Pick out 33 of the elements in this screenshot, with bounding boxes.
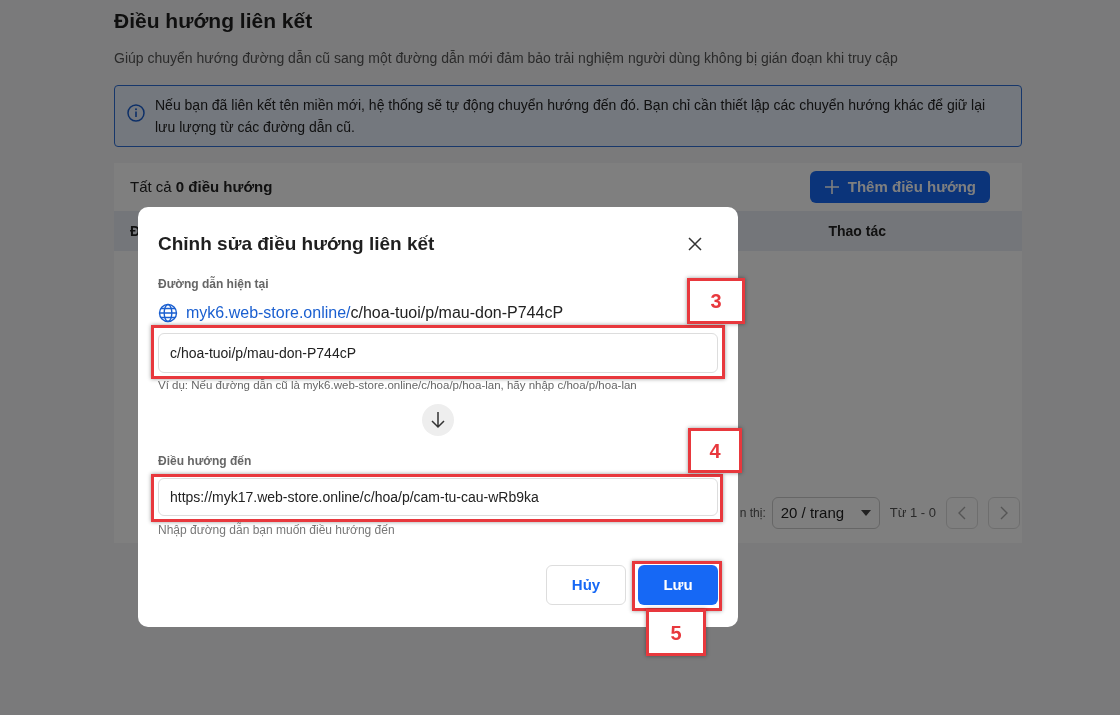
current-url: myk6.web-store.online/c/hoa-tuoi/p/mau-don-P744cP [186, 303, 564, 323]
dialog-title: Chỉnh sửa điều hướng liên kết [158, 231, 435, 256]
chevron-left-icon [958, 506, 966, 520]
next-page-button[interactable] [988, 497, 1020, 529]
page-size-label: n thị: [739, 505, 766, 522]
info-text: Nếu bạn đã liên kết tên miền mới, hệ thống sẽ tự động chuyển hướng đến đó. Bạn chỉ cần thiết lập các chuyển hướng khác để giữ lại lưu lượng từ các đường dẫn cũ. [155, 96, 987, 137]
page-size-select[interactable]: 20 / trang [771, 497, 880, 529]
target-url-field[interactable]: https://myk17.web-store.online/c/hoa/p/cam-tu-cau-wRb9ka [158, 478, 718, 517]
close-icon [688, 237, 702, 251]
column-header: Thao tác [828, 221, 886, 241]
arrow-down-icon [422, 404, 454, 437]
close-button[interactable] [688, 237, 702, 251]
info-icon [127, 104, 145, 122]
page-title: Điều hướng liên kết [114, 8, 313, 35]
step-number: 5 [646, 609, 706, 656]
chevron-right-icon [1000, 506, 1008, 520]
page-subtitle: Giúp chuyển hướng đường dẫn cũ sang một đường dẫn mới đảm bảo trải nghiệm người dùng không bị gián đoạn khi truy cập [114, 49, 899, 68]
step-number: 4 [688, 428, 742, 473]
cancel-button[interactable]: Hủy [546, 565, 626, 606]
field-hint: Nhập đường dẫn bạn muốn điều hướng đến [158, 521, 396, 540]
add-redirect-button[interactable]: Thêm điều hướng [809, 171, 990, 203]
field-label: Điều hướng đến [158, 453, 253, 471]
step-number: 3 [687, 278, 745, 324]
page-range: Từ 1 - 0 [889, 504, 936, 523]
field-label: Đường dẫn hiện tại [158, 275, 270, 293]
plus-icon [823, 179, 840, 195]
save-button[interactable]: Lưu [638, 565, 718, 606]
caret-icon [860, 510, 871, 516]
field-hint: Ví dụ: Nếu đường dẫn cũ là myk6.web-store.online/c/hoa/p/hoa-lan, hãy nhập c/hoa/p/hoa-lan [158, 378, 638, 393]
previous-page-button[interactable] [946, 497, 978, 529]
globe-icon [158, 303, 178, 323]
redirect-count: Tất cả 0 điều hướng [130, 176, 273, 197]
source-path-field[interactable]: c/hoa-tuoi/p/mau-don-P744cP [158, 333, 718, 373]
